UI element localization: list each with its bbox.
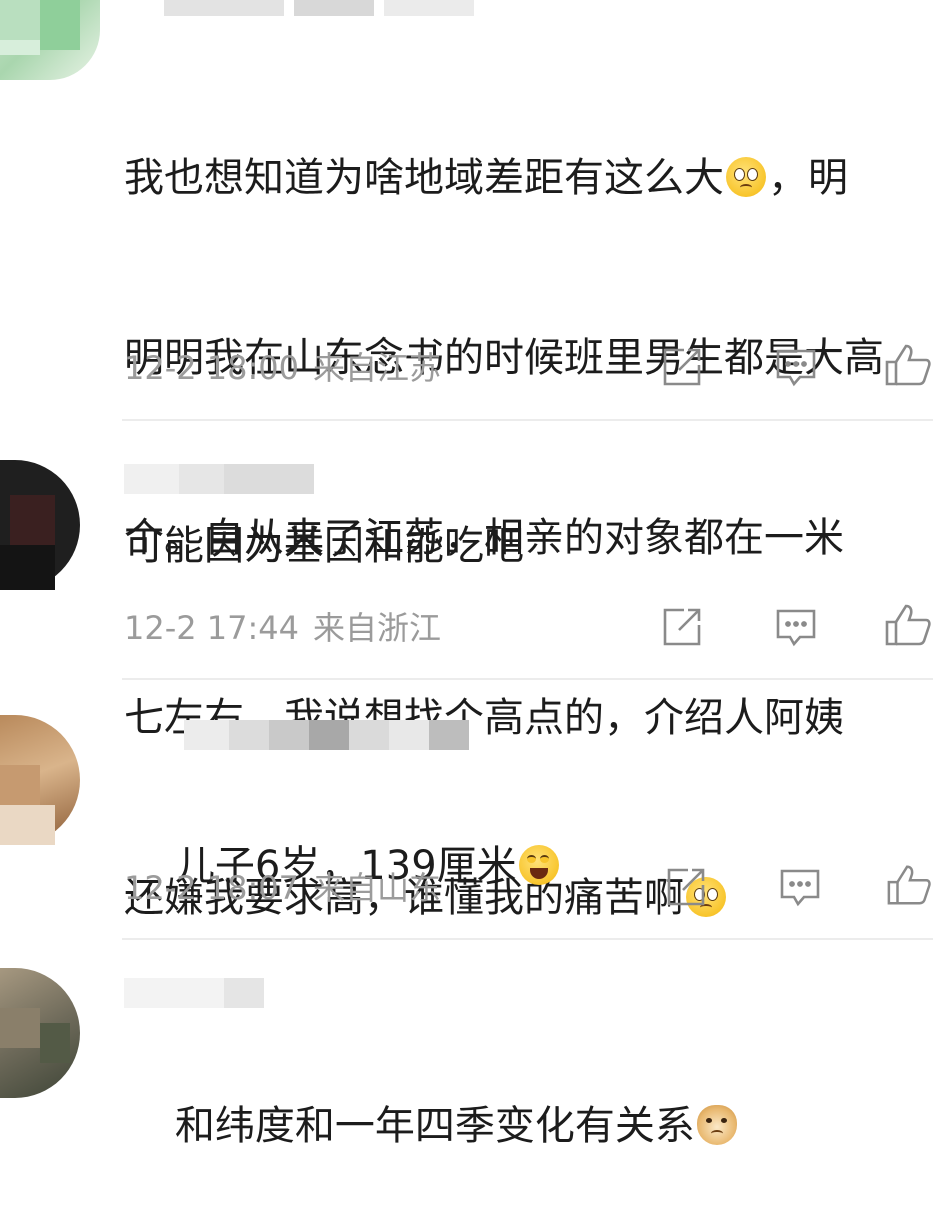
comment-location: 来自山东 <box>313 869 442 907</box>
avatar[interactable] <box>0 968 80 1098</box>
avatar[interactable] <box>0 715 80 845</box>
comment-icon[interactable] <box>774 345 818 389</box>
comment-meta: 12-2 17:44 来自浙江 <box>124 605 441 651</box>
comment-meta: 12-2 18:07 来自山东 <box>124 865 441 911</box>
comment-text-line: 我也想知道为啥地域差距有这么大 <box>124 155 724 201</box>
comment-location: 来自浙江 <box>313 609 442 647</box>
comment-meta: 12-2 18:00 来自江苏 <box>124 345 441 391</box>
comment-text: 可能因为基因和能吃吧 <box>124 523 524 569</box>
like-icon[interactable] <box>886 863 932 907</box>
comment-item: 儿子6岁，139厘米 12-2 18:07 来自山东 <box>0 680 933 940</box>
share-icon[interactable] <box>664 865 708 909</box>
comment-item: 我也想知道为啥地域差距有这么大 ，明 明明我在山东念书的时候班里男生都是大高 个。… <box>0 0 933 921</box>
doge-emoji-icon <box>696 1105 737 1145</box>
username[interactable] <box>124 978 324 1008</box>
like-icon[interactable] <box>884 343 932 387</box>
like-icon[interactable] <box>884 603 932 647</box>
avatar[interactable] <box>0 460 80 590</box>
share-icon[interactable] <box>660 345 704 389</box>
comment-text-content: 和纬度和一年四季变化有关系 <box>174 1103 695 1149</box>
comment-icon[interactable] <box>774 605 818 649</box>
comment-location: 来自江苏 <box>313 349 442 387</box>
comment-text: 和纬度和一年四季变化有关系 <box>124 1036 924 1216</box>
username[interactable] <box>124 720 484 750</box>
username[interactable] <box>124 0 484 16</box>
comment-item: 和纬度和一年四季变化有关系 <box>0 940 933 1149</box>
comment-time: 12-2 18:00 <box>124 349 300 387</box>
pleading-face-emoji-icon <box>726 157 766 197</box>
comment-time: 12-2 18:07 <box>124 869 300 907</box>
laugh-crying-emoji-icon <box>518 845 559 885</box>
username[interactable] <box>124 464 344 494</box>
share-icon[interactable] <box>660 605 704 649</box>
avatar[interactable] <box>0 0 100 80</box>
comment-time: 12-2 17:44 <box>124 609 300 647</box>
comment-item: 可能因为基因和能吃吧 12-2 17:44 来自浙江 <box>0 420 933 680</box>
comment-icon[interactable] <box>778 865 822 909</box>
comment-text-line: ，明 <box>768 155 848 201</box>
